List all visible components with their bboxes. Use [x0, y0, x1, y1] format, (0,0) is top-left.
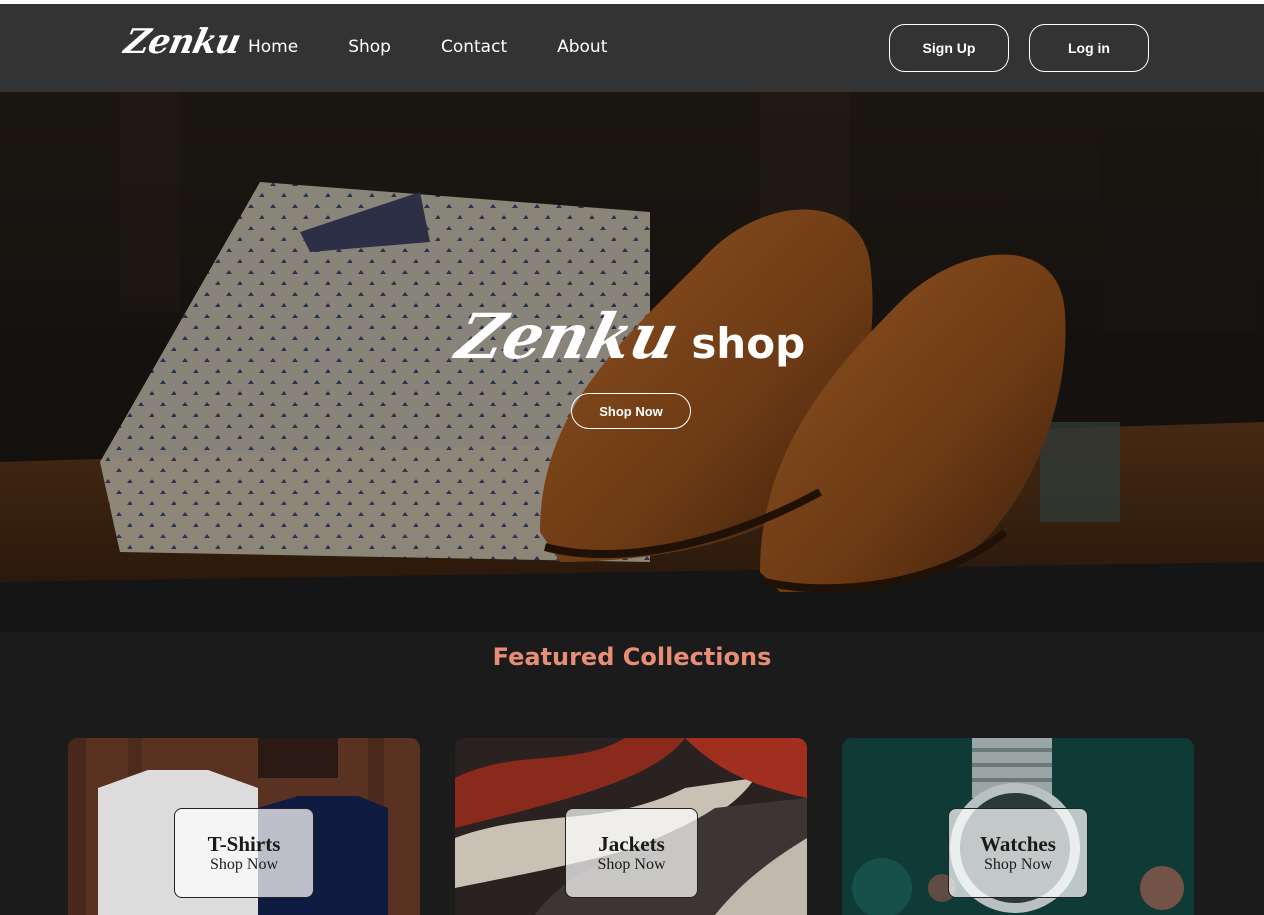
watches-name: Watches — [980, 832, 1056, 856]
nav-links: Home Shop Contact About — [248, 37, 657, 57]
tshirts-shop-now[interactable]: Shop Now — [210, 855, 278, 875]
nav-about-link[interactable]: About — [557, 37, 607, 57]
watches-label-box[interactable]: Watches Shop Now — [948, 808, 1088, 898]
navbar: Zenku Home Shop Contact About Sign Up Lo… — [0, 4, 1264, 92]
logo[interactable]: Zenku — [121, 22, 244, 62]
hero-word: shop — [691, 319, 806, 368]
nav-home-link[interactable]: Home — [248, 37, 298, 57]
tshirts-name: T-Shirts — [207, 832, 281, 856]
hero-brand: Zenku — [449, 300, 686, 373]
collection-card-jackets[interactable]: Jackets Shop Now — [455, 738, 807, 915]
log-in-button[interactable]: Log in — [1029, 24, 1149, 72]
sign-up-button[interactable]: Sign Up — [889, 24, 1009, 72]
hero-section: Zenku shop Shop Now — [0, 92, 1264, 632]
nav-contact-link[interactable]: Contact — [441, 37, 507, 57]
watches-shop-now[interactable]: Shop Now — [984, 855, 1052, 875]
collection-card-tshirts[interactable]: T-Shirts Shop Now — [68, 738, 420, 915]
jackets-label-box[interactable]: Jackets Shop Now — [565, 808, 698, 898]
hero-shop-now-button[interactable]: Shop Now — [571, 393, 691, 429]
featured-collections-title: Featured Collections — [492, 643, 772, 671]
nav-shop-link[interactable]: Shop — [348, 37, 391, 57]
hero-title: Zenku shop — [0, 300, 1264, 373]
collection-card-watches[interactable]: Watches Shop Now — [842, 738, 1194, 915]
jackets-name: Jackets — [598, 832, 665, 856]
tshirts-label-box[interactable]: T-Shirts Shop Now — [174, 808, 314, 898]
jackets-shop-now[interactable]: Shop Now — [597, 855, 665, 875]
